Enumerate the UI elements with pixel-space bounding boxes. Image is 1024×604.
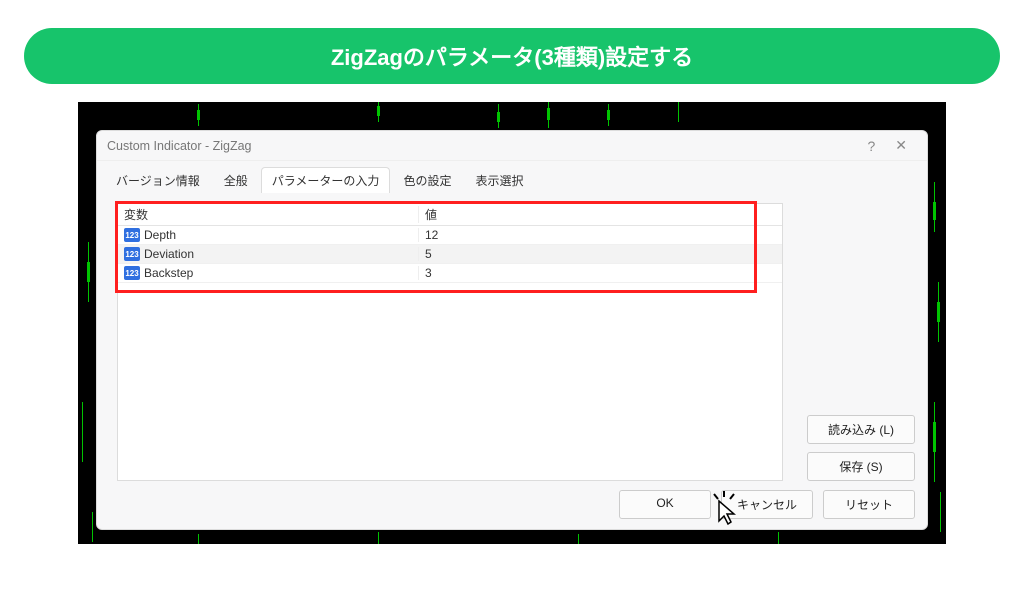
col-header-name: 変数 bbox=[118, 206, 418, 223]
custom-indicator-dialog: Custom Indicator - ZigZag ? ✕ バージョン情報 全般… bbox=[96, 130, 928, 530]
int-icon: 123 bbox=[124, 228, 140, 242]
reset-button[interactable]: リセット bbox=[823, 490, 915, 519]
page-banner: ZigZagのパラメータ(3種類)設定する bbox=[24, 28, 1000, 84]
save-button[interactable]: 保存 (S) bbox=[807, 452, 915, 481]
int-icon: 123 bbox=[124, 266, 140, 280]
load-button[interactable]: 読み込み (L) bbox=[807, 415, 915, 444]
help-button[interactable]: ? bbox=[857, 138, 885, 154]
param-value[interactable]: 12 bbox=[418, 228, 782, 242]
parameters-list[interactable]: 変数 値 123 Depth 12 123 Deviation bbox=[117, 203, 783, 481]
close-button[interactable]: ✕ bbox=[885, 137, 917, 154]
side-button-group: 読み込み (L) 保存 (S) bbox=[807, 415, 915, 481]
param-name: Deviation bbox=[144, 247, 194, 261]
param-row-deviation[interactable]: 123 Deviation 5 bbox=[118, 245, 782, 264]
param-row-backstep[interactable]: 123 Backstep 3 bbox=[118, 264, 782, 283]
dialog-titlebar: Custom Indicator - ZigZag ? ✕ bbox=[97, 131, 927, 161]
param-value[interactable]: 5 bbox=[418, 247, 782, 261]
tab-display[interactable]: 表示選択 bbox=[464, 167, 534, 193]
param-value[interactable]: 3 bbox=[418, 266, 782, 280]
list-header: 変数 値 bbox=[118, 204, 782, 226]
dialog-body: 変数 値 123 Depth 12 123 Deviation bbox=[107, 193, 917, 503]
bottom-button-group: OK キャンセル リセット bbox=[619, 490, 915, 519]
tab-colors[interactable]: 色の設定 bbox=[392, 167, 462, 193]
cancel-button[interactable]: キャンセル bbox=[721, 490, 813, 519]
param-row-depth[interactable]: 123 Depth 12 bbox=[118, 226, 782, 245]
dialog-title: Custom Indicator - ZigZag bbox=[107, 139, 252, 153]
ok-button[interactable]: OK bbox=[619, 490, 711, 519]
screenshot-background: Custom Indicator - ZigZag ? ✕ バージョン情報 全般… bbox=[78, 102, 946, 544]
tab-version-info[interactable]: バージョン情報 bbox=[105, 167, 211, 193]
tab-general[interactable]: 全般 bbox=[213, 167, 259, 193]
param-name: Backstep bbox=[144, 266, 193, 280]
dialog-tabs: バージョン情報 全般 パラメーターの入力 色の設定 表示選択 bbox=[97, 161, 927, 193]
int-icon: 123 bbox=[124, 247, 140, 261]
col-header-value: 値 bbox=[418, 206, 782, 223]
tab-parameters[interactable]: パラメーターの入力 bbox=[261, 167, 391, 193]
param-name: Depth bbox=[144, 228, 176, 242]
banner-title: ZigZagのパラメータ(3種類)設定する bbox=[331, 45, 693, 70]
